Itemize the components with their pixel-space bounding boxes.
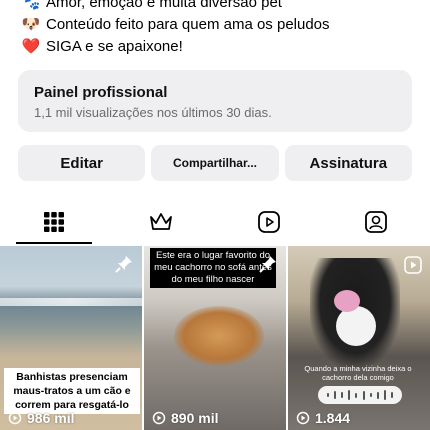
subscription-button[interactable]: Assinatura <box>284 145 412 181</box>
view-count: 1.844 <box>296 410 350 426</box>
bio-text: SIGA e se apaixone! <box>46 38 183 55</box>
reel-badge-icon <box>404 256 422 274</box>
profile-bio: 🐾 Amor, emoção e muita diversão pet 🐶 Co… <box>20 0 420 58</box>
view-count-value: 1.844 <box>315 410 351 426</box>
view-eye-icon <box>8 411 22 425</box>
paw-icon: 🐾 <box>21 0 41 11</box>
view-count: 890 mil <box>152 410 218 426</box>
view-eye-icon <box>152 411 166 425</box>
tab-grid[interactable] <box>0 200 108 244</box>
post-caption: Banhistas presenciam maus-tratos a um cã… <box>4 368 140 414</box>
share-profile-button[interactable]: Compartilhar... <box>151 145 279 181</box>
post-tile[interactable]: Quando a minha vizinha deixa o cachorro … <box>288 246 430 430</box>
tagged-person-icon <box>365 211 388 233</box>
post-thumbnail-detail <box>336 306 376 346</box>
dog-face-icon: 🐶 <box>21 16 41 33</box>
grid-icon <box>43 212 64 232</box>
profile-tabs <box>0 200 430 244</box>
post-thumbnail <box>174 306 264 366</box>
post-thumbnail <box>0 298 142 306</box>
pin-icon <box>115 256 132 273</box>
post-caption: Quando a minha vizinha deixa o cachorro … <box>304 364 412 382</box>
tab-subscriber[interactable] <box>108 200 216 244</box>
tab-reels[interactable] <box>215 200 323 244</box>
dashboard-title: Painel profissional <box>34 84 168 101</box>
bio-line: 🐶 Conteúdo feito para quem ama os peludo… <box>20 14 420 36</box>
dashboard-subtitle: 1,1 mil visualizações nos últimos 30 dia… <box>34 105 272 120</box>
view-count-value: 890 mil <box>171 410 219 426</box>
posts-grid: Banhistas presenciam maus-tratos a um cã… <box>0 246 430 430</box>
bio-text: Amor, emoção e muita diversão pet <box>46 0 282 11</box>
bio-line: ❤️ SIGA e se apaixone! <box>20 36 420 58</box>
post-thumbnail-flower <box>334 290 360 312</box>
post-tile[interactable]: Banhistas presenciam maus-tratos a um cã… <box>0 246 142 430</box>
edit-profile-button[interactable]: Editar <box>18 145 146 181</box>
post-tile[interactable]: Este era o lugar favorito do meu cachorr… <box>144 246 286 430</box>
tab-tagged[interactable] <box>323 200 430 244</box>
bio-line: 🐾 Amor, emoção e muita diversão pet <box>20 0 420 14</box>
heart-icon: ❤️ <box>21 38 41 55</box>
view-count: 986 mil <box>8 410 74 426</box>
view-count-value: 986 mil <box>27 410 75 426</box>
audio-waveform <box>318 386 402 404</box>
professional-dashboard-card[interactable]: Painel profissional 1,1 mil visualizaçõe… <box>18 70 412 132</box>
reels-icon <box>257 211 280 233</box>
crown-icon <box>150 213 173 230</box>
pin-icon <box>259 256 276 273</box>
view-eye-icon <box>296 411 310 425</box>
profile-actions: Editar Compartilhar... Assinatura <box>18 145 412 181</box>
bio-text: Conteúdo feito para quem ama os peludos <box>46 16 330 33</box>
